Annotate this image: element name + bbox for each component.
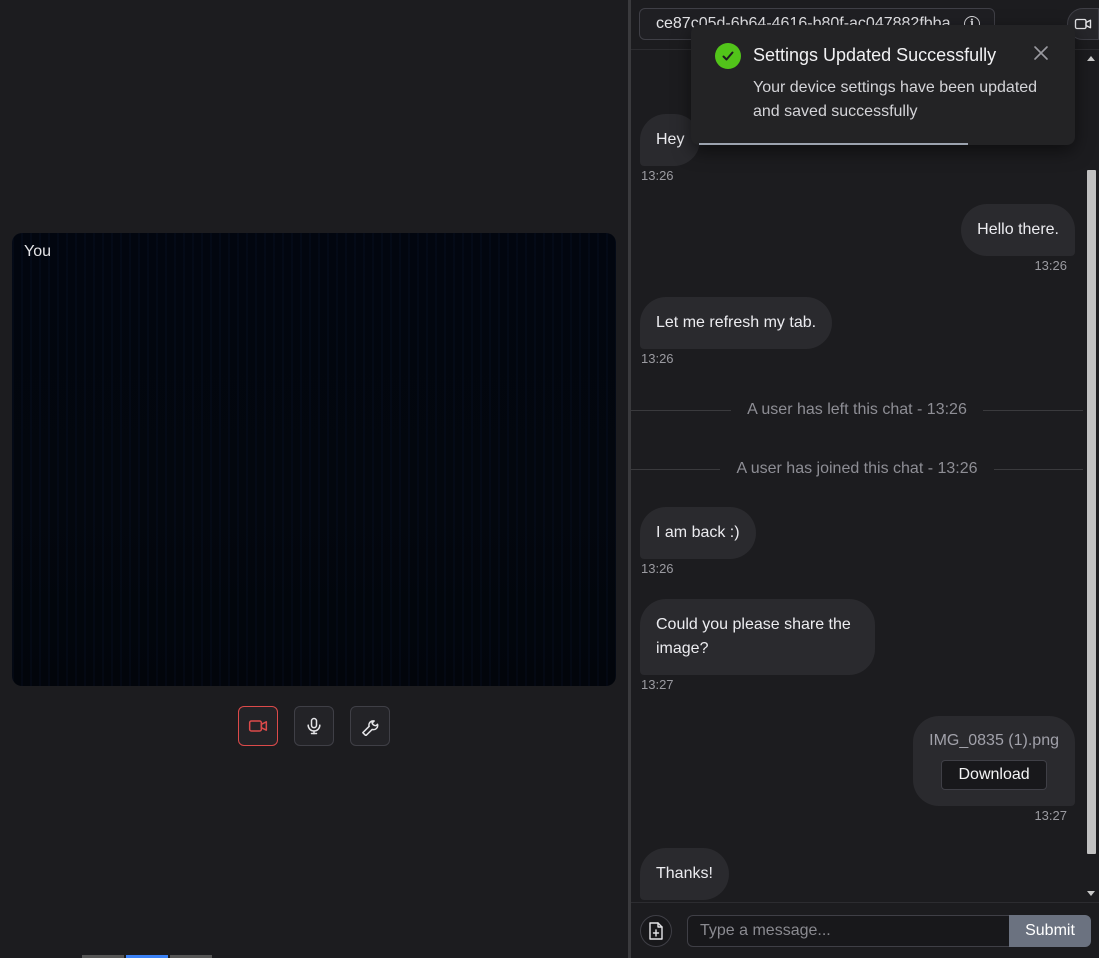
message-bubble: Thanks! [640,848,729,900]
video-pane: You [0,0,628,958]
message-input[interactable] [687,915,1009,947]
wrench-icon [362,720,379,736]
system-message-text: A user has joined this chat - 13:26 [736,460,978,477]
message-file: IMG_0835 (1).png Download 13:27 [913,716,1075,823]
message-bubble: I am back :) [640,507,756,559]
divider-line [982,409,1083,411]
scroll-down-arrow[interactable] [1087,891,1095,896]
camera-toggle-button[interactable] [238,706,278,746]
message-time: 13:27 [1034,808,1067,823]
scrollbar-thumb[interactable] [1087,170,1096,854]
file-name: IMG_0835 (1).png [929,732,1059,749]
video-label: You [24,243,51,260]
attach-file-button[interactable] [640,915,672,947]
close-icon[interactable] [1033,45,1049,61]
local-video: You [12,233,616,686]
message-outgoing: Hello there. 13:26 [961,204,1075,273]
message-bubble: Let me refresh my tab. [640,297,833,349]
system-message-text: A user has left this chat - 13:26 [747,401,967,418]
divider-line [631,468,721,470]
message-time: 13:26 [1034,258,1067,273]
microphone-toggle-button[interactable] [294,706,334,746]
check-circle-icon [715,43,741,69]
media-controls [238,706,390,746]
message-incoming: I am back :) 13:26 [640,507,756,576]
file-upload-icon [649,922,663,940]
message-time: 13:26 [641,168,674,183]
divider-line [993,468,1083,470]
microphone-icon [307,717,321,735]
toast-title: Settings Updated Successfully [753,45,997,65]
message-time: 13:26 [641,561,674,576]
scroll-up-arrow[interactable] [1087,56,1095,61]
toast-progress-bar [699,143,968,145]
download-button[interactable]: Download [941,760,1047,790]
settings-button[interactable] [350,706,390,746]
system-message: A user has left this chat - 13:26 [631,400,1083,420]
video-camera-icon [248,720,268,732]
message-incoming: Let me refresh my tab. 13:26 [640,297,833,366]
submit-button[interactable]: Submit [1009,915,1091,947]
success-toast: Settings Updated Successfully Your devic… [691,25,1075,145]
message-composer: Submit [631,902,1099,958]
system-message: A user has joined this chat - 13:26 [631,459,1083,479]
divider-line [631,409,732,411]
message-incoming: Could you please share the image? 13:27 [640,599,875,692]
scrollbar[interactable] [1083,50,1099,902]
toast-message: Your device settings have been updated a… [753,79,1038,120]
message-bubble: Hello there. [961,204,1075,256]
message-incoming: Thanks! [640,848,729,900]
message-time: 13:27 [641,677,674,692]
message-time: 13:26 [641,351,674,366]
video-switch-icon [1074,18,1092,30]
message-list[interactable]: Hey 13:26 Hello there. 13:26 Let me refr… [631,50,1083,902]
file-bubble: IMG_0835 (1).png Download [913,716,1075,806]
message-bubble: Could you please share the image? [640,599,875,675]
